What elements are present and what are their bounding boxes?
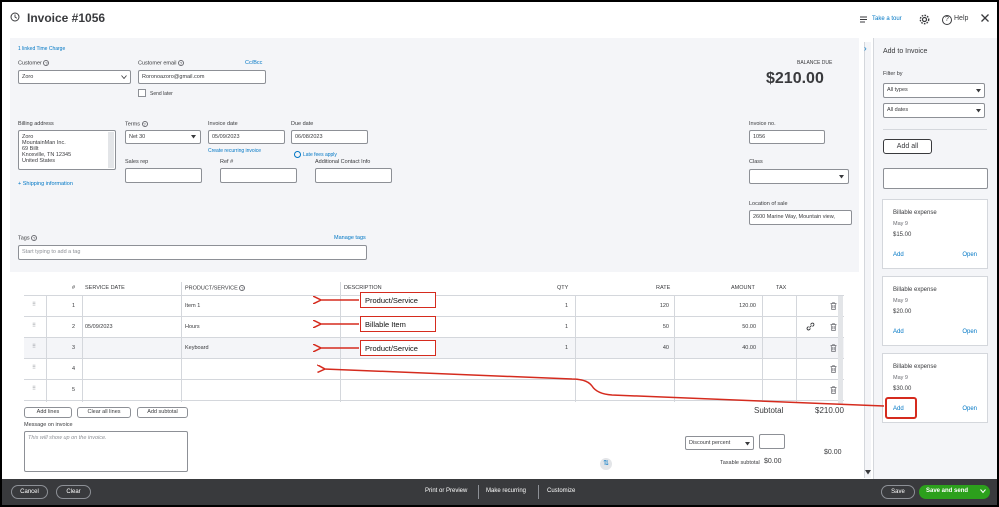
annotation-arrows [2,2,885,407]
print-preview-button[interactable]: Print or Preview [425,488,467,494]
footer-bar: Cancel Clear Print or Preview Make recur… [2,479,997,505]
clear-button[interactable]: Clear [56,485,91,499]
chevron-down-icon[interactable] [980,489,986,494]
customize-button[interactable]: Customize [547,488,575,494]
save-and-send-button[interactable]: Save and send [919,485,990,499]
make-recurring-button[interactable]: Make recurring [486,488,526,494]
invoice-window: Invoice #1056 Take a tour ? Help 1 linke… [2,2,997,505]
cancel-button[interactable]: Cancel [11,485,48,499]
save-button[interactable]: Save [881,485,915,499]
